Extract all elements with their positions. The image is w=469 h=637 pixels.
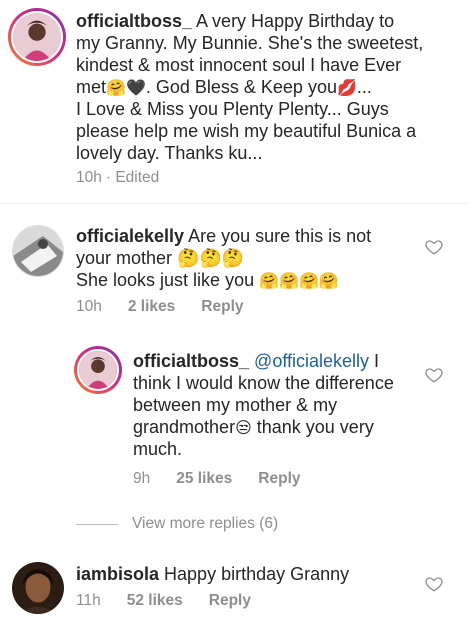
comment-meta: 10h 2 likes Reply [76,298,270,316]
avatar[interactable] [12,225,64,277]
edited-label: · Edited [105,169,160,186]
likes-count[interactable]: 2 likes [128,298,175,316]
likes-count[interactable]: 25 likes [176,470,232,488]
avatar[interactable] [12,562,64,614]
timestamp: 9h [133,470,151,487]
comment-text: iambisola Happy birthday Granny [76,564,350,584]
emoji-icon: 🤗🤗🤗🤗 [259,273,339,290]
username[interactable]: officialekelly [76,226,184,246]
avatar[interactable] [8,8,66,66]
heart-icon[interactable] [425,575,443,593]
reply-text: officialtboss_ @officialekelly I think I… [133,351,394,459]
heart-icon[interactable] [425,366,443,384]
avatar[interactable] [74,346,122,394]
reply-button[interactable]: Reply [201,298,243,316]
view-more-replies-button[interactable]: View more replies (6) [76,515,278,533]
reply-meta: 9h 25 likes Reply [133,470,327,488]
timestamp: 10h [76,169,102,186]
hugging-emoji-icon: 🤗 [106,80,126,97]
caption-text: officialtboss_ A very Happy Birthday to … [76,11,424,163]
username[interactable]: officialtboss_ [133,351,249,371]
emoji-icon: 🖤 [125,80,146,97]
kiss-emoji-icon: 💋 [336,80,357,97]
smirk-emoji-icon: 😒 [235,420,252,437]
divider [0,203,469,204]
username[interactable]: iambisola [76,564,159,584]
comment-meta: 11h 52 likes Reply [76,592,277,610]
username[interactable]: officialtboss_ [76,11,192,31]
caption-meta: 10h · Edited [76,169,185,187]
reply-button[interactable]: Reply [209,592,251,610]
timestamp: 10h [76,298,102,315]
comment-text: officialekelly Are you sure this is not … [76,226,372,290]
mention-link[interactable]: @officialekelly [254,351,369,371]
divider-line [76,523,118,525]
heart-icon[interactable] [425,238,443,256]
timestamp: 11h [76,592,101,609]
likes-count[interactable]: 52 likes [127,592,183,610]
reply-button[interactable]: Reply [258,470,300,488]
